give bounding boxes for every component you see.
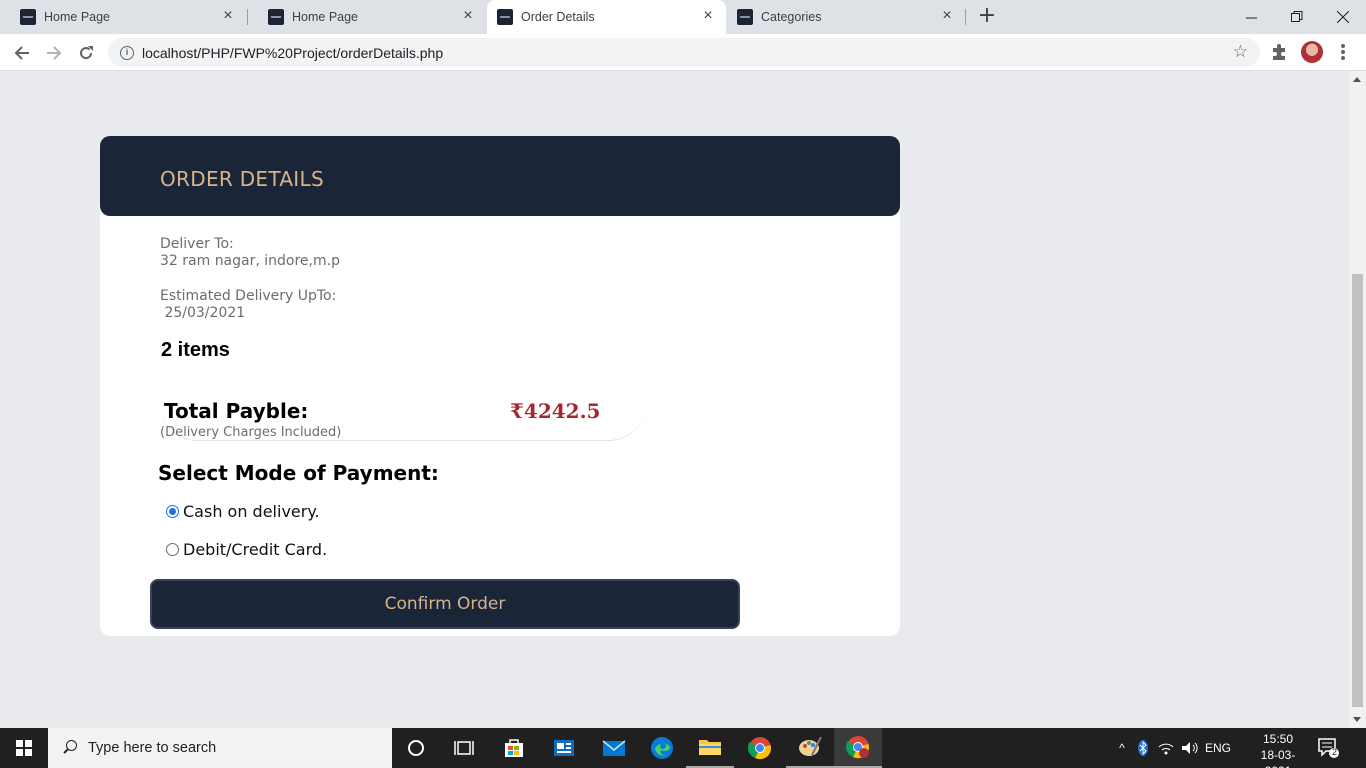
tab-order-details[interactable]: Order Details ×: [487, 0, 726, 34]
delivery-charges-note: (Delivery Charges Included): [160, 425, 342, 440]
estimated-delivery-date: 25/03/2021: [160, 305, 246, 321]
notification-center-icon[interactable]: 2: [1318, 738, 1340, 758]
tab-title: Order Details: [521, 10, 595, 24]
tab-home-page-2[interactable]: Home Page ×: [248, 0, 486, 34]
radio-button-checked[interactable]: [166, 505, 179, 518]
wifi-icon[interactable]: [1154, 741, 1178, 755]
scroll-up-arrow-icon[interactable]: [1353, 77, 1361, 82]
browser-toolbar: i localhost/PHP/FWP%20Project/orderDetai…: [0, 34, 1366, 71]
site-favicon-icon: [497, 9, 513, 25]
arrow-right-icon[interactable]: [41, 40, 67, 66]
reload-icon[interactable]: [73, 40, 99, 66]
chrome-icon[interactable]: [736, 728, 784, 768]
new-tab-plus-icon[interactable]: +: [976, 5, 998, 28]
payment-option-cod[interactable]: Cash on delivery.: [166, 502, 320, 521]
notification-count: 2: [1331, 747, 1337, 757]
microsoft-store-icon[interactable]: [490, 728, 538, 768]
chevron-up-icon[interactable]: ^: [1112, 741, 1132, 755]
windows-start-icon[interactable]: [0, 728, 48, 768]
scrollbar-thumb[interactable]: [1352, 274, 1363, 707]
puzzle-icon[interactable]: [1270, 43, 1288, 61]
paint-app-icon[interactable]: [786, 728, 834, 768]
tab-divider: [965, 9, 966, 25]
file-explorer-icon[interactable]: [686, 728, 734, 768]
payment-option-label[interactable]: Cash on delivery.: [183, 502, 320, 521]
total-payable-label: Total Payble:: [164, 399, 309, 423]
payment-option-label[interactable]: Debit/Credit Card.: [183, 540, 327, 559]
windows-taskbar: Type here to search ^ ENG 15:50 18-03- 2: [0, 728, 1366, 768]
volume-icon[interactable]: [1178, 741, 1202, 755]
payment-option-card[interactable]: Debit/Credit Card.: [166, 540, 327, 559]
radio-button[interactable]: [166, 543, 179, 556]
tab-categories[interactable]: Categories ×: [727, 0, 965, 34]
tab-title: Categories: [761, 10, 822, 24]
address-bar[interactable]: i localhost/PHP/FWP%20Project/orderDetai…: [108, 38, 1260, 67]
confirm-order-button[interactable]: Confirm Order: [150, 579, 740, 629]
task-view-icon[interactable]: [440, 728, 488, 768]
items-count: 2 items: [161, 339, 230, 361]
restore-icon[interactable]: [1274, 0, 1320, 34]
info-icon[interactable]: i: [120, 45, 134, 60]
order-details-card: ORDER DETAILS Deliver To: 32 ram nagar, …: [100, 136, 900, 636]
kebab-menu-icon[interactable]: [1335, 42, 1351, 62]
vertical-scrollbar[interactable]: [1349, 71, 1366, 728]
estimated-delivery-label: Estimated Delivery UpTo:: [160, 288, 337, 304]
window-close-icon[interactable]: [1320, 0, 1366, 34]
deliver-to-label: Deliver To:: [160, 236, 234, 252]
total-payable-row: Total Payble: ₹4242.5 (Delivery Charges …: [158, 391, 648, 441]
close-icon[interactable]: ×: [939, 8, 955, 24]
tab-home-page-1[interactable]: Home Page ×: [0, 0, 246, 34]
system-tray: ^ ENG: [1112, 728, 1234, 768]
browser-tab-strip: Home Page × Home Page × Order Details × …: [0, 0, 1366, 34]
payment-mode-heading: Select Mode of Payment:: [158, 461, 439, 485]
news-app-icon[interactable]: [540, 728, 588, 768]
avatar[interactable]: [1301, 41, 1323, 63]
language-indicator[interactable]: ENG: [1202, 741, 1234, 755]
page-title: ORDER DETAILS: [160, 167, 324, 191]
close-icon[interactable]: ×: [220, 8, 236, 24]
search-icon: [62, 740, 78, 756]
delivery-address: 32 ram nagar, indore,m.p: [160, 253, 340, 269]
page-viewport: ORDER DETAILS Deliver To: 32 ram nagar, …: [0, 71, 1349, 728]
taskbar-search-box[interactable]: Type here to search: [48, 728, 392, 768]
url-text[interactable]: localhost/PHP/FWP%20Project/orderDetails…: [142, 45, 443, 61]
close-icon[interactable]: ×: [460, 8, 476, 24]
card-header: ORDER DETAILS: [100, 136, 900, 216]
scroll-down-arrow-icon[interactable]: [1353, 717, 1361, 722]
clock-date: 18-03-2021: [1260, 748, 1296, 768]
bluetooth-icon[interactable]: [1132, 740, 1154, 756]
edge-browser-icon[interactable]: [638, 728, 686, 768]
site-favicon-icon: [268, 9, 284, 25]
star-icon[interactable]: ☆: [1233, 42, 1248, 62]
clock-time: 15:50: [1262, 732, 1294, 746]
arrow-left-icon[interactable]: [9, 40, 35, 66]
site-favicon-icon: [20, 9, 36, 25]
taskbar-clock[interactable]: 15:50 18-03-2021: [1248, 731, 1308, 768]
close-icon[interactable]: ×: [700, 8, 716, 24]
site-favicon-icon: [737, 9, 753, 25]
tab-title: Home Page: [44, 10, 111, 24]
tab-title: Home Page: [292, 10, 359, 24]
minimize-icon[interactable]: [1228, 0, 1274, 34]
search-placeholder: Type here to search: [88, 740, 217, 756]
total-payable-amount: ₹4242.5: [510, 399, 601, 423]
chrome-active-window-icon[interactable]: [834, 728, 882, 768]
mail-icon[interactable]: [590, 728, 638, 768]
cortana-icon[interactable]: [392, 728, 440, 768]
